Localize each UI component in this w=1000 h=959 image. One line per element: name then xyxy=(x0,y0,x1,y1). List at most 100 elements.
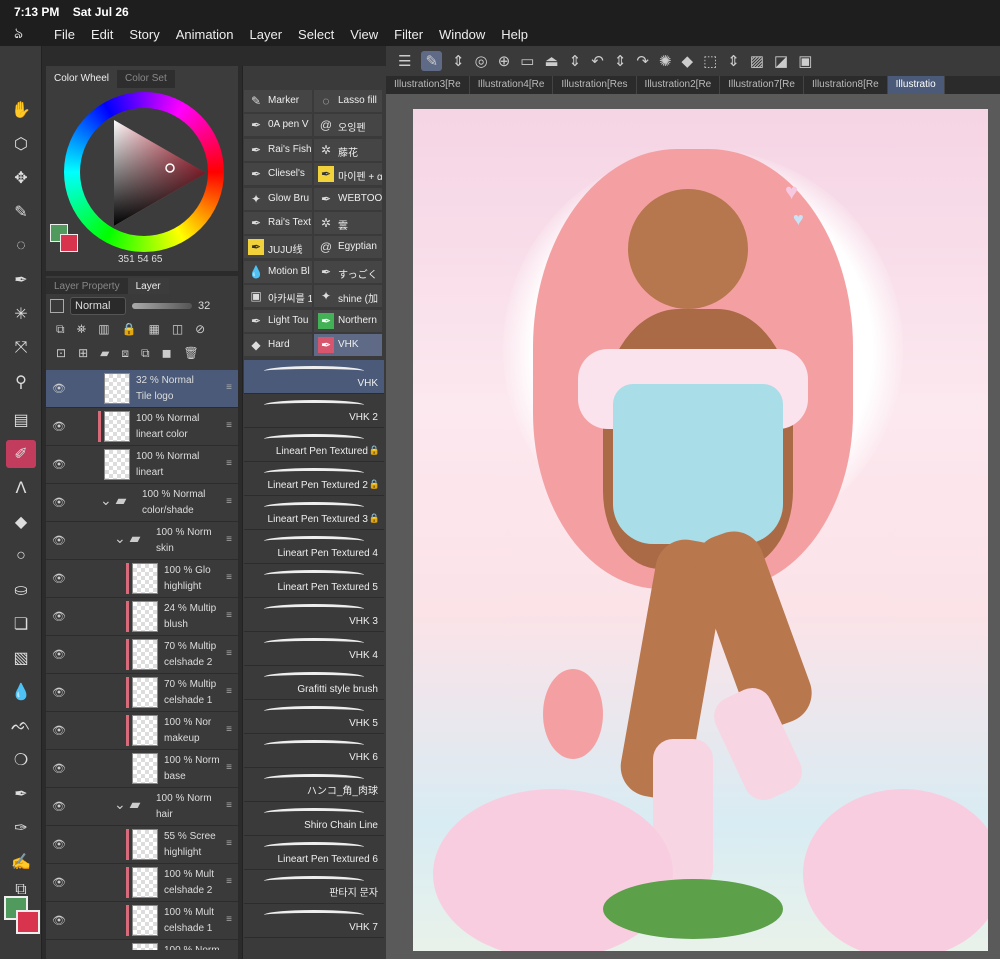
menu-layer[interactable]: Layer xyxy=(250,27,283,42)
brush-item[interactable]: Lineart Pen Textured 5 xyxy=(244,564,384,598)
saturation-triangle[interactable] xyxy=(108,118,208,228)
subtool-button[interactable]: ✒ JUJU线 xyxy=(244,236,312,259)
pen-alt-tool-icon[interactable]: ✒ xyxy=(6,780,36,808)
menu-file[interactable]: File xyxy=(54,27,75,42)
layer-folder-row[interactable]: 👁 ⌄ ▰ 100 % Normal color/shade ≡ xyxy=(46,484,238,522)
layer-folder-row[interactable]: 👁 ⌄ ▰ 100 % Norm hair ≡ xyxy=(46,788,238,826)
document-tab[interactable]: Illustration[Res xyxy=(553,76,637,94)
tab-layer-property[interactable]: Layer Property xyxy=(46,278,128,294)
transfer-down-icon[interactable]: ⧈ xyxy=(121,346,129,366)
layer-row[interactable]: 👁 100 % Nor makeup ≡ xyxy=(46,712,238,750)
edit-icon[interactable]: ✎ xyxy=(421,51,443,71)
layer-menu-icon[interactable]: ≡ xyxy=(226,610,232,621)
brush-item[interactable]: Shiro Chain Line xyxy=(244,802,384,836)
layer-menu-icon[interactable]: ≡ xyxy=(226,420,232,431)
subtool-button[interactable]: ✒ Rai's Fish xyxy=(244,138,312,161)
layer-menu-icon[interactable]: ≡ xyxy=(226,458,232,469)
airbrush-tool-icon[interactable]: ⴷ xyxy=(6,474,36,502)
eraser-tool-icon[interactable]: ◆ xyxy=(6,508,36,536)
layer-menu-icon[interactable]: ≡ xyxy=(226,534,232,545)
menu-story[interactable]: Story xyxy=(129,27,159,42)
eye-icon[interactable]: 👁 xyxy=(52,800,66,813)
brush-item[interactable]: VHK 6 xyxy=(244,734,384,768)
mask-enable-icon[interactable]: ◫ xyxy=(172,322,183,342)
fill-tool-icon[interactable]: ⛀ xyxy=(6,576,36,604)
stepper-icon-2[interactable]: ⇕ xyxy=(569,52,582,70)
layer-menu-icon[interactable]: ≡ xyxy=(226,496,232,507)
transform-tool-icon[interactable]: ⤧ xyxy=(6,334,36,362)
subtool-button[interactable]: ✒ すっごく xyxy=(314,260,382,283)
layer-menu-icon[interactable]: ≡ xyxy=(226,724,232,735)
stepper-icon-3[interactable]: ⇕ xyxy=(614,52,627,70)
grass-brush-tool-icon[interactable]: ᨒ xyxy=(6,712,36,740)
new-raster-layer-icon[interactable]: ⊡ xyxy=(56,346,66,366)
brush-item[interactable]: Grafitti style brush xyxy=(244,666,384,700)
new-folder-icon[interactable]: ▰ xyxy=(100,346,109,366)
brush-item[interactable]: VHK 5 xyxy=(244,700,384,734)
marker-tool-icon[interactable]: ✑ xyxy=(6,814,36,842)
new-canvas-icon[interactable]: ⊕ xyxy=(498,52,511,70)
layer-row[interactable]: 👁100 % Norm≡ xyxy=(46,940,238,950)
subtool-button[interactable]: ✦ Glow Bru xyxy=(244,187,312,210)
layer-row[interactable]: 👁 32 % Normal Tile logo ≡ xyxy=(46,370,238,408)
eye-icon[interactable]: 👁 xyxy=(52,838,66,851)
smoothing-icon[interactable]: ◎ xyxy=(475,52,488,70)
brush-item[interactable]: ハンコ_角_肉球 xyxy=(244,768,384,802)
layer-menu-icon[interactable]: ≡ xyxy=(226,382,232,393)
brush-item[interactable]: 판타지 문자 xyxy=(244,870,384,904)
opacity-slider[interactable] xyxy=(132,303,192,309)
layer-folder-row[interactable]: 👁 ⌄ ▰ 100 % Norm skin ≡ xyxy=(46,522,238,560)
folder-icon[interactable]: ⌄ ▰ xyxy=(114,530,140,547)
layer-row[interactable]: 👁 100 % Norm base ≡ xyxy=(46,750,238,788)
brush-item[interactable]: Lineart Pen Textured 3 🔒 xyxy=(244,496,384,530)
eye-icon[interactable]: 👁 xyxy=(52,648,66,661)
app-logo-icon[interactable]: ঌ xyxy=(14,22,36,47)
subtool-button[interactable]: ✎ Marker xyxy=(244,90,312,112)
menu-view[interactable]: View xyxy=(350,27,378,42)
brush-item[interactable]: VHK 7 xyxy=(244,904,384,938)
document-tab[interactable]: Illustration8[Re xyxy=(804,76,888,94)
subtool-button[interactable]: ✒ WEBTOO xyxy=(314,187,382,210)
blend-tool-icon[interactable]: ❏ xyxy=(6,610,36,638)
new-vector-layer-icon[interactable]: ⊞ xyxy=(78,346,88,366)
eye-icon[interactable]: 👁 xyxy=(52,496,66,509)
open-icon[interactable]: ▭ xyxy=(520,52,534,70)
layer-row[interactable]: 👁 100 % Normal lineart ≡ xyxy=(46,446,238,484)
subtool-button[interactable]: ✒ Cliesel's xyxy=(244,163,312,186)
layer-menu-icon[interactable]: ≡ xyxy=(226,800,232,811)
document-tab[interactable]: Illustration2[Re xyxy=(637,76,721,94)
subtool-button[interactable]: ◌ Lasso fill xyxy=(314,90,382,112)
brush-item[interactable]: VHK 3 xyxy=(244,598,384,632)
brush-item[interactable]: VHK 4 xyxy=(244,632,384,666)
mask-icon[interactable]: ◼ xyxy=(162,346,172,366)
subtool-button[interactable]: ✒ Northern xyxy=(314,309,382,332)
eye-icon[interactable]: 👁 xyxy=(52,724,66,737)
brush-tool-icon[interactable]: ✐ xyxy=(6,440,36,468)
subtool-button[interactable]: ✒ 0A pen V xyxy=(244,114,312,137)
fill-selection-icon[interactable]: ◪ xyxy=(774,52,788,70)
object-tool-icon[interactable]: ⬡ xyxy=(6,130,36,158)
menu-window[interactable]: Window xyxy=(439,27,485,42)
layer-row[interactable]: 👁 100 % Mult celshade 1 ≡ xyxy=(46,902,238,940)
eye-icon[interactable]: 👁 xyxy=(52,610,66,623)
document-tab[interactable]: Illustration4[Re xyxy=(470,76,554,94)
gradient-tool-icon[interactable]: ▤ xyxy=(6,406,36,434)
layer-row[interactable]: 👁 70 % Multip celshade 1 ≡ xyxy=(46,674,238,712)
subtool-button[interactable]: ◆ Hard xyxy=(244,334,312,356)
eye-icon[interactable]: 👁 xyxy=(52,420,66,433)
eye-icon[interactable]: 👁 xyxy=(52,572,66,585)
save-icon[interactable]: ⏏ xyxy=(544,52,558,70)
ruler-icon[interactable]: ⊘ xyxy=(195,322,205,342)
subtool-button[interactable]: @ 오잉펜 xyxy=(314,114,382,137)
document-tab[interactable]: Illustratio xyxy=(887,76,945,94)
ink-tool-icon[interactable]: ✍ xyxy=(6,848,36,876)
combine-icon[interactable]: ⧉ xyxy=(141,346,150,366)
layer-row[interactable]: 👁 100 % Mult celshade 2 ≡ xyxy=(46,864,238,902)
folder-icon[interactable]: ⌄ ▰ xyxy=(100,492,126,509)
balloon-tool-icon[interactable]: ❍ xyxy=(6,746,36,774)
blend-mode-select[interactable]: Normal xyxy=(70,297,126,315)
layer-menu-icon[interactable]: ≡ xyxy=(226,762,232,773)
document-tab[interactable]: Illustration7[Re xyxy=(720,76,804,94)
subtool-button[interactable]: ▣ 아카씨를 1 xyxy=(244,285,312,308)
eyedropper-tool-icon[interactable]: ✎ xyxy=(6,198,36,226)
